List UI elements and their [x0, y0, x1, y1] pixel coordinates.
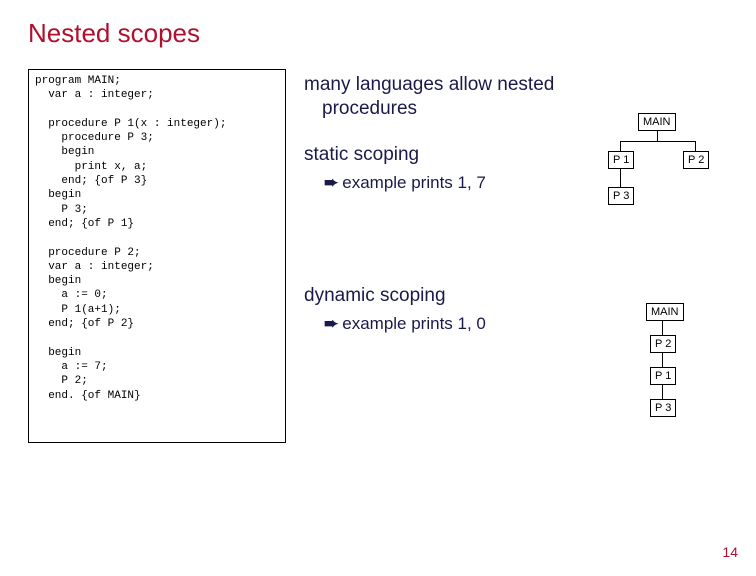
right-column: many languages allow nested procedures s… — [304, 69, 728, 443]
arrow-icon: ➨ — [324, 314, 338, 333]
tree-line — [657, 131, 658, 141]
para-nested-l1: many languages allow nested — [304, 74, 554, 95]
content-row: program MAIN; var a : integer; procedure… — [28, 69, 728, 443]
tree-diagram-static: MAIN P 1 P 2 P 3 — [598, 113, 728, 223]
slide: Nested scopes program MAIN; var a : inte… — [0, 0, 756, 576]
slide-title: Nested scopes — [28, 18, 728, 49]
node-p2: P 2 — [683, 151, 709, 169]
chain-diagram-dynamic: MAIN P 2 P 1 P 3 — [598, 303, 728, 443]
para-dynamic: dynamic scoping ➨example prints 1, 0 — [304, 284, 588, 335]
node-main: MAIN — [646, 303, 684, 321]
page-number: 14 — [722, 544, 738, 560]
para-nested: many languages allow nested procedures — [304, 73, 588, 121]
chain-line — [662, 353, 663, 367]
chain-line — [662, 385, 663, 399]
para-static-text: static scoping — [304, 144, 419, 165]
arrow-icon: ➨ — [324, 173, 338, 192]
diagram-column: MAIN P 1 P 2 P 3 MAIN P 2 P 1 — [598, 69, 728, 443]
node-main: MAIN — [638, 113, 676, 131]
chain-line — [662, 321, 663, 335]
tree-line — [620, 141, 696, 142]
node-p2: P 2 — [650, 335, 676, 353]
para-nested-l2: procedures — [304, 98, 417, 119]
sub-static-text: example prints 1, 7 — [342, 173, 486, 192]
text-column: many languages allow nested procedures s… — [304, 69, 588, 443]
para-static: static scoping ➨example prints 1, 7 — [304, 143, 588, 194]
tree-line — [620, 169, 621, 187]
node-p1: P 1 — [650, 367, 676, 385]
node-p3: P 3 — [608, 187, 634, 205]
node-p3: P 3 — [650, 399, 676, 417]
tree-line — [695, 141, 696, 151]
sub-dynamic: ➨example prints 1, 0 — [304, 313, 588, 334]
sub-static: ➨example prints 1, 7 — [304, 172, 588, 193]
code-box: program MAIN; var a : integer; procedure… — [28, 69, 286, 443]
sub-dynamic-text: example prints 1, 0 — [342, 314, 486, 333]
node-p1: P 1 — [608, 151, 634, 169]
para-dynamic-text: dynamic scoping — [304, 285, 446, 306]
tree-line — [620, 141, 621, 151]
